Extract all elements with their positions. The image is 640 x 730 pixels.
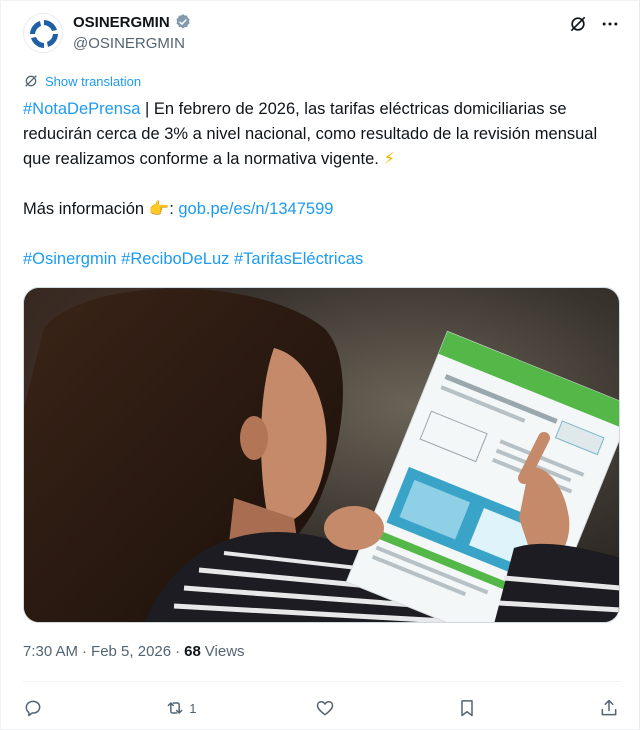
woman-reading-bill-photo <box>24 288 619 622</box>
tweet-time[interactable]: 7:30 AM <box>23 643 78 660</box>
grok-icon[interactable] <box>567 13 589 35</box>
views-label: Views <box>204 643 245 660</box>
show-translation-label[interactable]: Show translation <box>45 74 141 89</box>
author-name-row[interactable]: OSINERGMIN <box>73 13 192 31</box>
hashtag-tarifaselectricas[interactable]: #TarifasEléctricas <box>234 250 363 268</box>
bookmark-button[interactable] <box>457 698 481 718</box>
reply-button[interactable] <box>23 698 47 718</box>
tweet-meta: 7:30 AM · Feb 5, 2026 · 68 Views <box>23 643 245 660</box>
avatar[interactable] <box>23 13 63 53</box>
hashtag-notadeprensa[interactable]: #NotaDePrensa <box>23 100 140 118</box>
more-icon[interactable] <box>599 13 621 35</box>
press-link[interactable]: gob.pe/es/n/1347599 <box>178 200 333 218</box>
hashtag-recibodeluz[interactable]: #ReciboDeLuz <box>121 250 229 268</box>
header-actions <box>567 13 621 35</box>
heart-icon <box>316 701 333 716</box>
more-info-label: Más información <box>23 200 149 218</box>
pointing-hand-emoji: 👉 <box>148 200 170 218</box>
colon: : <box>169 200 179 218</box>
share-icon <box>601 699 617 716</box>
osinergmin-logo-icon <box>25 15 62 52</box>
repost-button[interactable]: 1 <box>165 698 196 718</box>
action-bar: 1 <box>23 693 619 723</box>
meta-separator: · <box>82 643 88 660</box>
verified-badge-icon <box>176 14 190 29</box>
meta-separator: · <box>175 643 181 660</box>
repost-count: 1 <box>189 700 197 716</box>
tweet-date[interactable]: Feb 5, 2026 <box>91 643 171 660</box>
share-button[interactable] <box>599 698 619 718</box>
tweet-media-image[interactable] <box>23 287 620 623</box>
author-display-name[interactable]: OSINERGMIN <box>73 14 170 31</box>
tweet-card: OSINERGMIN @OSINERGMIN Show translation … <box>0 0 640 730</box>
show-translation-button[interactable]: Show translation <box>23 73 141 89</box>
like-button[interactable] <box>315 698 339 718</box>
grok-translate-icon <box>25 75 37 87</box>
repost-icon <box>167 702 183 714</box>
reply-icon <box>25 700 41 717</box>
hashtag-osinergmin[interactable]: #Osinergmin <box>23 250 117 268</box>
divider <box>23 681 621 682</box>
author-handle[interactable]: @OSINERGMIN <box>73 35 185 52</box>
tweet-text: #NotaDePrensa | En febrero de 2026, las … <box>23 97 623 272</box>
views-count: 68 <box>184 643 201 660</box>
bookmark-icon <box>461 700 473 717</box>
lightning-emoji: ⚡ <box>383 150 396 168</box>
